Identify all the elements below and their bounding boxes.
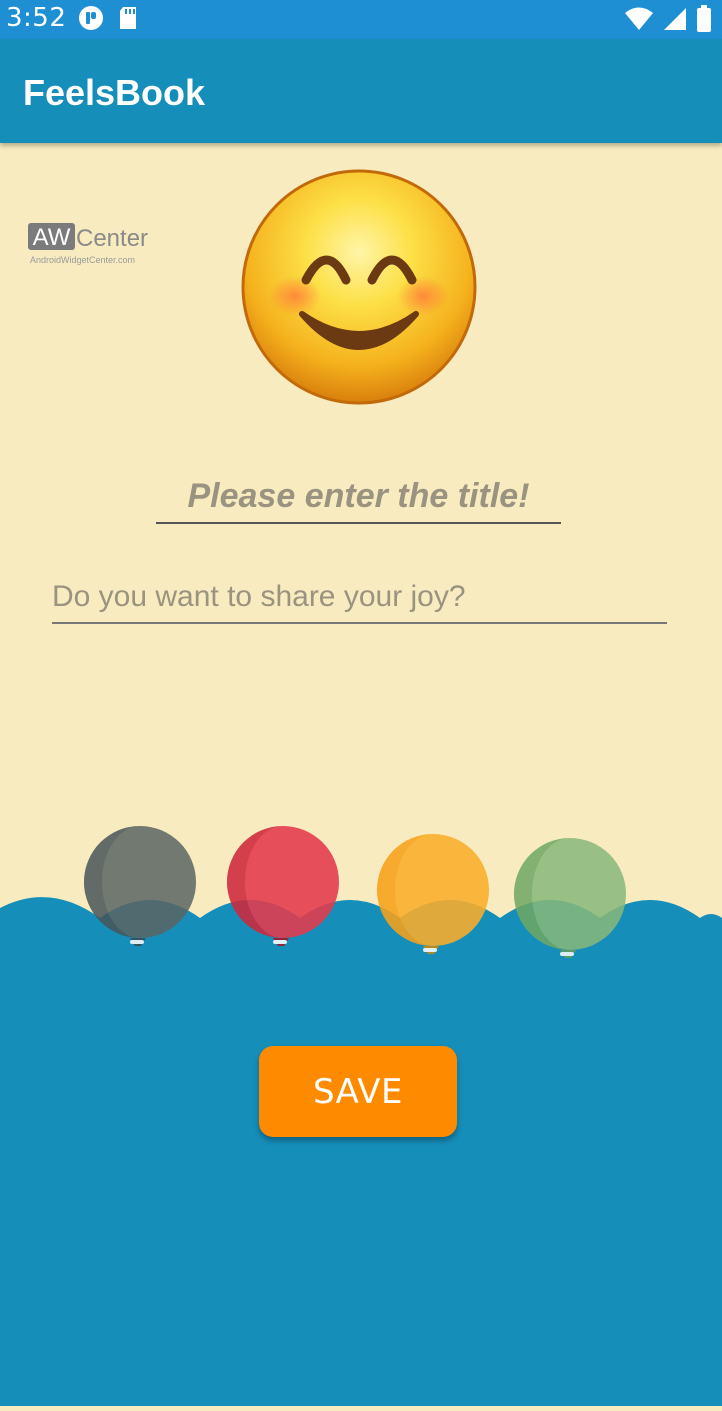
cell-signal-icon <box>662 6 688 37</box>
water-waves <box>0 897 722 1406</box>
app-bar: FeelsBook <box>0 39 722 143</box>
logo-word: Center <box>76 225 148 252</box>
logo-subtext: AndroidWidgetCenter.com <box>30 255 135 265</box>
sd-card-icon <box>118 6 138 35</box>
status-icons-left <box>78 5 138 36</box>
status-icons-right <box>624 5 712 38</box>
battery-icon <box>696 5 712 38</box>
body-input[interactable] <box>52 572 667 624</box>
title-input[interactable] <box>156 470 561 524</box>
status-bar: 3:52 <box>0 0 722 39</box>
awcenter-logo: AW Center AndroidWidgetCenter.com <box>28 222 148 271</box>
logo-mark: AW <box>33 224 71 251</box>
app-notification-icon <box>78 5 104 36</box>
smiling-face-icon[interactable] <box>240 168 478 411</box>
wifi-icon <box>624 6 654 37</box>
app-title: FeelsBook <box>23 72 206 113</box>
status-time: 3:52 <box>6 3 67 33</box>
save-button[interactable]: SAVE <box>259 1046 457 1137</box>
